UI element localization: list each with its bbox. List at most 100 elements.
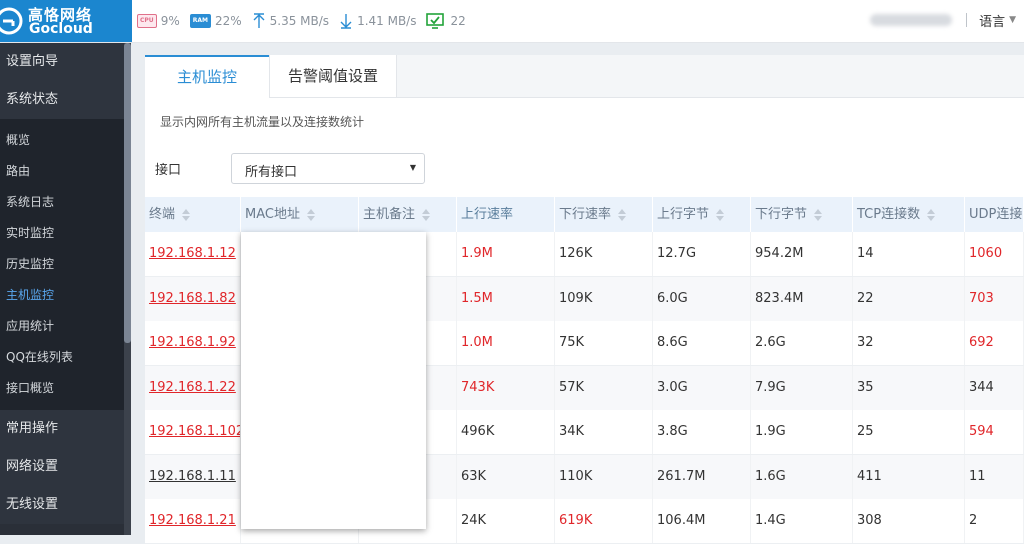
- brand-logo[interactable]: 高恪网络 Gocloud: [0, 0, 132, 42]
- cell-ip: 192.168.1.102: [145, 410, 241, 454]
- cell-ip: 192.168.1.82: [145, 276, 241, 321]
- cell-down-bytes: 823.4M: [751, 276, 853, 321]
- cell-down-bytes: 1.9G: [751, 410, 853, 454]
- top-bar: 高恪网络 Gocloud CPU 9% RAM 22% 5.35 MB/s 1.…: [0, 0, 1024, 43]
- cell-up-bytes: 8.6G: [653, 321, 751, 365]
- sort-icon[interactable]: [715, 208, 725, 221]
- cell-tcp: 411: [853, 454, 965, 499]
- tab-host-monitor[interactable]: 主机监控: [145, 55, 269, 98]
- cell-up-rate: 24K: [457, 499, 555, 543]
- brand-name-en: Gocloud: [29, 21, 93, 37]
- sort-icon[interactable]: [617, 208, 627, 221]
- nav-system-log[interactable]: 系统日志: [0, 187, 124, 218]
- cell-up-bytes: 3.0G: [653, 365, 751, 410]
- cloud-logo-icon: [0, 7, 23, 35]
- col-mac[interactable]: MAC地址: [241, 197, 359, 232]
- nav-setup-wizard[interactable]: 设置向导: [0, 43, 124, 81]
- tab-bar: 主机监控 告警阈值设置: [145, 55, 1024, 98]
- nav-network-settings[interactable]: 网络设置: [0, 448, 124, 486]
- cell-up-bytes: 106.4M: [653, 499, 751, 543]
- cell-down-bytes: 1.4G: [751, 499, 853, 543]
- nav-history-monitor[interactable]: 历史监控: [0, 249, 124, 280]
- interface-select-value: 所有接口: [245, 165, 298, 180]
- col-down-bytes[interactable]: 下行字节: [751, 197, 853, 232]
- col-udp[interactable]: UDP连接: [965, 197, 1024, 232]
- cell-up-bytes: 261.7M: [653, 454, 751, 499]
- cell-down-rate: 109K: [555, 276, 653, 321]
- top-right-menu: 语言 ▼: [870, 10, 1024, 30]
- cell-tcp: 35: [853, 365, 965, 410]
- col-up-rate[interactable]: 上行速率: [457, 197, 555, 232]
- col-host-note[interactable]: 主机备注: [359, 197, 457, 232]
- col-terminal[interactable]: 终端: [145, 197, 241, 232]
- host-ip-link[interactable]: 192.168.1.82: [149, 291, 236, 306]
- online-hosts-count: 22: [450, 14, 466, 28]
- interface-select[interactable]: 所有接口 ▼: [231, 153, 425, 184]
- col-tcp[interactable]: TCP连接数: [853, 197, 965, 232]
- sidebar-scroll-thumb[interactable]: [124, 43, 131, 343]
- nav-system-status[interactable]: 系统状态: [0, 81, 124, 119]
- chevron-down-icon: ▼: [409, 163, 416, 172]
- nav-realtime-monitor[interactable]: 实时监控: [0, 218, 124, 249]
- cell-udp: 344: [965, 365, 1024, 410]
- cell-up-rate: 1.9M: [457, 232, 555, 276]
- ram-usage: 22%: [214, 14, 242, 28]
- col-up-bytes[interactable]: 上行字节: [653, 197, 751, 232]
- tab-alarm-threshold[interactable]: 告警阈值设置: [269, 55, 397, 97]
- cell-udp: 594: [965, 410, 1024, 454]
- cell-down-bytes: 7.9G: [751, 365, 853, 410]
- cell-ip: 192.168.1.11: [145, 454, 241, 499]
- nav-wireless-settings[interactable]: 无线设置: [0, 486, 124, 524]
- col-down-rate[interactable]: 下行速率: [555, 197, 653, 232]
- host-ip-link[interactable]: 192.168.1.92: [149, 335, 236, 350]
- sort-icon[interactable]: [421, 208, 431, 221]
- host-ip-link[interactable]: 192.168.1.11: [149, 469, 236, 484]
- cell-down-bytes: 2.6G: [751, 321, 853, 365]
- nav-interface-overview[interactable]: 接口概览: [0, 373, 124, 404]
- host-ip-link[interactable]: 192.168.1.21: [149, 513, 236, 528]
- cell-tcp: 25: [853, 410, 965, 454]
- cell-ip: 192.168.1.22: [145, 365, 241, 410]
- table-header: 终端 MAC地址 主机备注 上行速率 下行速率 上行字节 下行字节 TCP连接数…: [145, 197, 1024, 232]
- user-account-blurred[interactable]: [870, 14, 953, 26]
- cell-udp: 11: [965, 454, 1024, 499]
- system-status-submenu: 概览 路由 系统日志 实时监控 历史监控 主机监控 应用统计 QQ在线列表 接口…: [0, 119, 124, 410]
- cell-tcp: 22: [853, 276, 965, 321]
- nav-overview[interactable]: 概览: [0, 125, 124, 156]
- sort-icon[interactable]: [813, 208, 823, 221]
- cell-ip: 192.168.1.12: [145, 232, 241, 276]
- cpu-usage: 9%: [160, 14, 180, 28]
- sidebar: 设置向导 系统状态 概览 路由 系统日志 实时监控 历史监控 主机监控 应用统计…: [0, 43, 124, 535]
- host-ip-link[interactable]: 192.168.1.22: [149, 380, 236, 395]
- cell-down-rate: 34K: [555, 410, 653, 454]
- sort-icon[interactable]: [926, 208, 936, 221]
- cell-down-rate: 619K: [555, 499, 653, 543]
- cell-down-rate: 110K: [555, 454, 653, 499]
- sort-icon[interactable]: [181, 208, 191, 221]
- sort-icon[interactable]: [306, 208, 316, 221]
- cell-down-bytes: 1.6G: [751, 454, 853, 499]
- language-selector[interactable]: 语言: [979, 11, 1005, 30]
- chevron-down-icon[interactable]: ▼: [1009, 15, 1016, 25]
- ram-icon: RAM: [189, 14, 211, 28]
- divider: [966, 13, 968, 27]
- upload-arrow-icon: [253, 13, 265, 28]
- cell-down-rate: 57K: [555, 365, 653, 410]
- cell-up-rate: 63K: [457, 454, 555, 499]
- cell-up-rate: 743K: [457, 365, 555, 410]
- online-hosts-icon: [426, 13, 445, 29]
- nav-routing[interactable]: 路由: [0, 156, 124, 187]
- nav-common-ops[interactable]: 常用操作: [0, 410, 124, 448]
- host-ip-link[interactable]: 192.168.1.12: [149, 246, 236, 261]
- host-ip-link[interactable]: 192.168.1.102: [149, 424, 240, 439]
- cell-ip: 192.168.1.92: [145, 321, 241, 365]
- cell-up-bytes: 6.0G: [653, 276, 751, 321]
- main-content: 主机监控 告警阈值设置 显示内网所有主机流量以及连接数统计 接口 所有接口 ▼ …: [131, 43, 1024, 544]
- nav-host-monitor[interactable]: 主机监控: [0, 280, 124, 311]
- cell-up-rate: 1.0M: [457, 321, 555, 365]
- cell-up-bytes: 12.7G: [653, 232, 751, 276]
- nav-qq-online[interactable]: QQ在线列表: [0, 342, 124, 373]
- nav-app-stats[interactable]: 应用统计: [0, 311, 124, 342]
- cell-udp: 2: [965, 499, 1024, 543]
- cell-tcp: 14: [853, 232, 965, 276]
